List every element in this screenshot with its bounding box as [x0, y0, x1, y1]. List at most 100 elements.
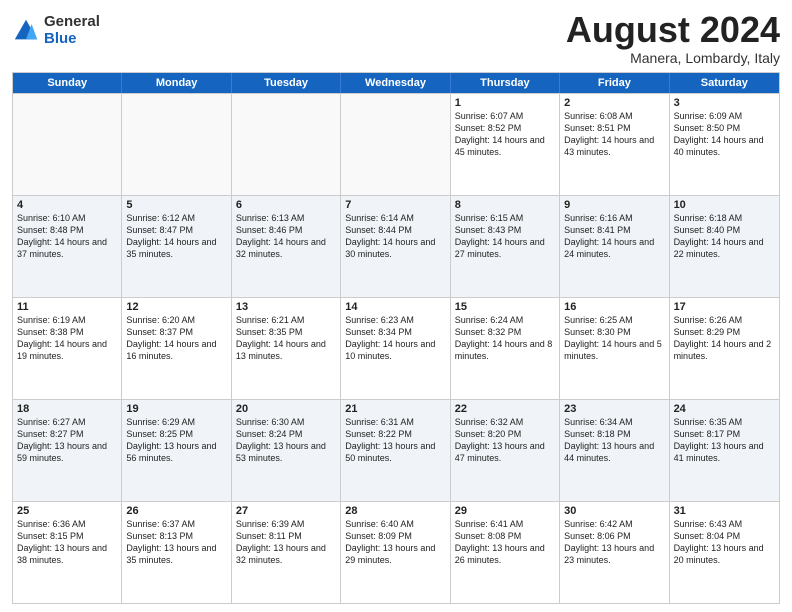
page: General Blue August 2024 Manera, Lombard… [0, 0, 792, 612]
calendar-cell: 18Sunrise: 6:27 AM Sunset: 8:27 PM Dayli… [13, 400, 122, 501]
calendar-cell: 28Sunrise: 6:40 AM Sunset: 8:09 PM Dayli… [341, 502, 450, 603]
calendar-cell: 3Sunrise: 6:09 AM Sunset: 8:50 PM Daylig… [670, 94, 779, 195]
calendar-cell: 15Sunrise: 6:24 AM Sunset: 8:32 PM Dayli… [451, 298, 560, 399]
calendar-cell: 6Sunrise: 6:13 AM Sunset: 8:46 PM Daylig… [232, 196, 341, 297]
calendar-row-2: 11Sunrise: 6:19 AM Sunset: 8:38 PM Dayli… [13, 297, 779, 399]
calendar-cell: 14Sunrise: 6:23 AM Sunset: 8:34 PM Dayli… [341, 298, 450, 399]
logo-text: General Blue [44, 14, 100, 47]
calendar-cell: 22Sunrise: 6:32 AM Sunset: 8:20 PM Dayli… [451, 400, 560, 501]
calendar-cell: 21Sunrise: 6:31 AM Sunset: 8:22 PM Dayli… [341, 400, 450, 501]
cell-info: Sunrise: 6:40 AM Sunset: 8:09 PM Dayligh… [345, 518, 445, 567]
logo-icon [12, 17, 40, 45]
calendar-cell: 20Sunrise: 6:30 AM Sunset: 8:24 PM Dayli… [232, 400, 341, 501]
cell-info: Sunrise: 6:36 AM Sunset: 8:15 PM Dayligh… [17, 518, 117, 567]
calendar-cell: 5Sunrise: 6:12 AM Sunset: 8:47 PM Daylig… [122, 196, 231, 297]
calendar-cell: 10Sunrise: 6:18 AM Sunset: 8:40 PM Dayli… [670, 196, 779, 297]
calendar-cell [232, 94, 341, 195]
cell-info: Sunrise: 6:42 AM Sunset: 8:06 PM Dayligh… [564, 518, 664, 567]
day-number: 12 [126, 301, 226, 313]
cell-info: Sunrise: 6:20 AM Sunset: 8:37 PM Dayligh… [126, 314, 226, 363]
cell-info: Sunrise: 6:30 AM Sunset: 8:24 PM Dayligh… [236, 416, 336, 465]
day-number: 8 [455, 199, 555, 211]
cell-info: Sunrise: 6:10 AM Sunset: 8:48 PM Dayligh… [17, 212, 117, 261]
day-number: 17 [674, 301, 775, 313]
day-number: 24 [674, 403, 775, 415]
day-number: 2 [564, 97, 664, 109]
calendar: SundayMondayTuesdayWednesdayThursdayFrid… [12, 72, 780, 604]
weekday-header-friday: Friday [560, 73, 669, 93]
cell-info: Sunrise: 6:34 AM Sunset: 8:18 PM Dayligh… [564, 416, 664, 465]
calendar-cell: 29Sunrise: 6:41 AM Sunset: 8:08 PM Dayli… [451, 502, 560, 603]
cell-info: Sunrise: 6:31 AM Sunset: 8:22 PM Dayligh… [345, 416, 445, 465]
day-number: 9 [564, 199, 664, 211]
day-number: 13 [236, 301, 336, 313]
cell-info: Sunrise: 6:25 AM Sunset: 8:30 PM Dayligh… [564, 314, 664, 363]
cell-info: Sunrise: 6:09 AM Sunset: 8:50 PM Dayligh… [674, 110, 775, 159]
calendar-cell: 31Sunrise: 6:43 AM Sunset: 8:04 PM Dayli… [670, 502, 779, 603]
calendar-cell: 16Sunrise: 6:25 AM Sunset: 8:30 PM Dayli… [560, 298, 669, 399]
cell-info: Sunrise: 6:21 AM Sunset: 8:35 PM Dayligh… [236, 314, 336, 363]
calendar-cell: 26Sunrise: 6:37 AM Sunset: 8:13 PM Dayli… [122, 502, 231, 603]
day-number: 10 [674, 199, 775, 211]
calendar-cell: 23Sunrise: 6:34 AM Sunset: 8:18 PM Dayli… [560, 400, 669, 501]
cell-info: Sunrise: 6:35 AM Sunset: 8:17 PM Dayligh… [674, 416, 775, 465]
day-number: 15 [455, 301, 555, 313]
cell-info: Sunrise: 6:23 AM Sunset: 8:34 PM Dayligh… [345, 314, 445, 363]
day-number: 20 [236, 403, 336, 415]
calendar-cell: 30Sunrise: 6:42 AM Sunset: 8:06 PM Dayli… [560, 502, 669, 603]
weekday-header-tuesday: Tuesday [232, 73, 341, 93]
calendar-row-3: 18Sunrise: 6:27 AM Sunset: 8:27 PM Dayli… [13, 399, 779, 501]
cell-info: Sunrise: 6:43 AM Sunset: 8:04 PM Dayligh… [674, 518, 775, 567]
cell-info: Sunrise: 6:41 AM Sunset: 8:08 PM Dayligh… [455, 518, 555, 567]
cell-info: Sunrise: 6:29 AM Sunset: 8:25 PM Dayligh… [126, 416, 226, 465]
day-number: 21 [345, 403, 445, 415]
cell-info: Sunrise: 6:13 AM Sunset: 8:46 PM Dayligh… [236, 212, 336, 261]
weekday-header-monday: Monday [122, 73, 231, 93]
cell-info: Sunrise: 6:07 AM Sunset: 8:52 PM Dayligh… [455, 110, 555, 159]
header: General Blue August 2024 Manera, Lombard… [12, 10, 780, 66]
day-number: 22 [455, 403, 555, 415]
day-number: 19 [126, 403, 226, 415]
calendar-body: 1Sunrise: 6:07 AM Sunset: 8:52 PM Daylig… [13, 93, 779, 603]
day-number: 5 [126, 199, 226, 211]
logo-general: General [44, 14, 100, 31]
day-number: 11 [17, 301, 117, 313]
calendar-cell [341, 94, 450, 195]
cell-info: Sunrise: 6:32 AM Sunset: 8:20 PM Dayligh… [455, 416, 555, 465]
calendar-cell: 4Sunrise: 6:10 AM Sunset: 8:48 PM Daylig… [13, 196, 122, 297]
day-number: 30 [564, 505, 664, 517]
day-number: 23 [564, 403, 664, 415]
cell-info: Sunrise: 6:08 AM Sunset: 8:51 PM Dayligh… [564, 110, 664, 159]
cell-info: Sunrise: 6:26 AM Sunset: 8:29 PM Dayligh… [674, 314, 775, 363]
calendar-cell: 9Sunrise: 6:16 AM Sunset: 8:41 PM Daylig… [560, 196, 669, 297]
cell-info: Sunrise: 6:27 AM Sunset: 8:27 PM Dayligh… [17, 416, 117, 465]
day-number: 4 [17, 199, 117, 211]
day-number: 6 [236, 199, 336, 211]
cell-info: Sunrise: 6:24 AM Sunset: 8:32 PM Dayligh… [455, 314, 555, 363]
cell-info: Sunrise: 6:37 AM Sunset: 8:13 PM Dayligh… [126, 518, 226, 567]
calendar-cell: 27Sunrise: 6:39 AM Sunset: 8:11 PM Dayli… [232, 502, 341, 603]
calendar-row-1: 4Sunrise: 6:10 AM Sunset: 8:48 PM Daylig… [13, 195, 779, 297]
calendar-cell: 1Sunrise: 6:07 AM Sunset: 8:52 PM Daylig… [451, 94, 560, 195]
title-block: August 2024 Manera, Lombardy, Italy [566, 10, 780, 66]
calendar-row-0: 1Sunrise: 6:07 AM Sunset: 8:52 PM Daylig… [13, 93, 779, 195]
weekday-header-sunday: Sunday [13, 73, 122, 93]
calendar-row-4: 25Sunrise: 6:36 AM Sunset: 8:15 PM Dayli… [13, 501, 779, 603]
cell-info: Sunrise: 6:15 AM Sunset: 8:43 PM Dayligh… [455, 212, 555, 261]
cell-info: Sunrise: 6:16 AM Sunset: 8:41 PM Dayligh… [564, 212, 664, 261]
calendar-cell: 19Sunrise: 6:29 AM Sunset: 8:25 PM Dayli… [122, 400, 231, 501]
calendar-cell: 17Sunrise: 6:26 AM Sunset: 8:29 PM Dayli… [670, 298, 779, 399]
calendar-cell: 12Sunrise: 6:20 AM Sunset: 8:37 PM Dayli… [122, 298, 231, 399]
day-number: 25 [17, 505, 117, 517]
calendar-cell: 7Sunrise: 6:14 AM Sunset: 8:44 PM Daylig… [341, 196, 450, 297]
weekday-header-wednesday: Wednesday [341, 73, 450, 93]
cell-info: Sunrise: 6:14 AM Sunset: 8:44 PM Dayligh… [345, 212, 445, 261]
cell-info: Sunrise: 6:18 AM Sunset: 8:40 PM Dayligh… [674, 212, 775, 261]
day-number: 14 [345, 301, 445, 313]
day-number: 7 [345, 199, 445, 211]
calendar-cell: 2Sunrise: 6:08 AM Sunset: 8:51 PM Daylig… [560, 94, 669, 195]
cell-info: Sunrise: 6:39 AM Sunset: 8:11 PM Dayligh… [236, 518, 336, 567]
weekday-header-thursday: Thursday [451, 73, 560, 93]
cell-info: Sunrise: 6:12 AM Sunset: 8:47 PM Dayligh… [126, 212, 226, 261]
location: Manera, Lombardy, Italy [566, 50, 780, 66]
